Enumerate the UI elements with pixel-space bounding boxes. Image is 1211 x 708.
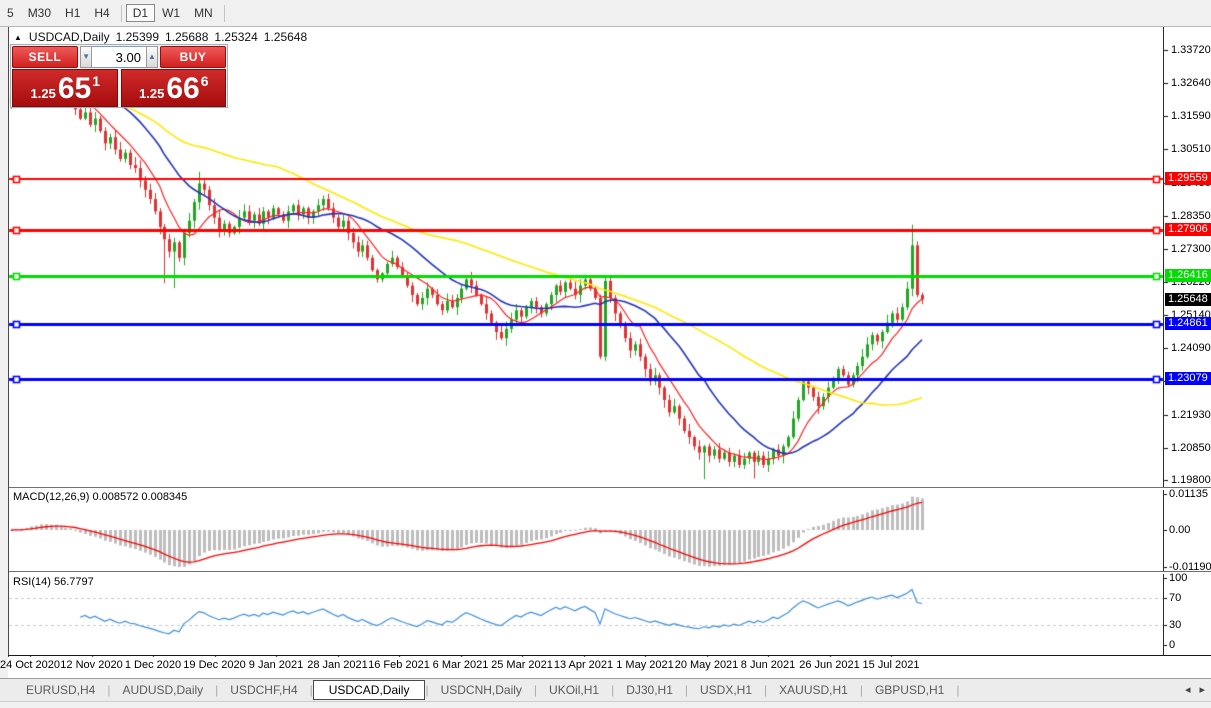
buy-price-pip: 6: [200, 73, 209, 89]
rsi-panel-separator[interactable]: [9, 571, 1211, 574]
chart-window-left-border: [8, 26, 9, 657]
price-level-label: 1.27906: [1165, 223, 1211, 236]
volume-input[interactable]: [92, 46, 146, 68]
timeframe-button-5[interactable]: 5: [0, 4, 21, 22]
date-label: 20 May 2021: [674, 659, 739, 671]
date-label: 1 May 2021: [616, 659, 674, 671]
price-tick-label: 1.24090: [1171, 342, 1211, 354]
chart-tab-usdchf-h4[interactable]: USDCHF,H4: [218, 681, 309, 699]
price-tick-label: 1.21930: [1171, 409, 1211, 421]
rsi-scale-label: 70: [1169, 592, 1182, 604]
macd-indicator-label: MACD(12,26,9) 0.008572 0.008345: [13, 491, 188, 503]
time-axis[interactable]: 24 Oct 2020 12 Nov 2020 1 Dec 2020 19 Dec 2…: [0, 657, 1164, 677]
toolbar-separator: [120, 4, 122, 22]
date-label: 6 Mar 2021: [432, 659, 489, 671]
toolbar-separator: [223, 4, 225, 22]
close-value: 1.25648: [263, 30, 308, 44]
date-label: 28 Jan 2021: [307, 659, 368, 671]
sell-price-display[interactable]: 1.25 65 1: [12, 69, 118, 107]
date-label: 9 Jan 2021: [248, 659, 304, 671]
sell-button[interactable]: SELL: [12, 46, 78, 68]
price-tick-label: 1.19800: [1171, 474, 1211, 486]
symbol-name: USDCAD,Daily: [28, 30, 110, 44]
date-label: 12 Nov 2020: [60, 659, 123, 671]
buy-price-display[interactable]: 1.25 66 6: [120, 69, 226, 107]
rsi-indicator-label: RSI(14) 56.7797: [13, 576, 94, 588]
date-label: 24 Oct 2020: [0, 659, 60, 671]
macd-scale-label: 0.01135: [1169, 488, 1208, 500]
timeframe-button-D1[interactable]: D1: [125, 4, 156, 22]
chart-tab-usdcnh-daily[interactable]: USDCNH,Daily: [429, 681, 534, 699]
price-level-label: 1.26416: [1165, 269, 1211, 282]
price-tick-label: 1.32640: [1171, 77, 1211, 89]
rsi-scale-label: 100: [1169, 572, 1188, 584]
chart-tab-audusd-daily[interactable]: AUDUSD,Daily: [110, 681, 215, 699]
price-tick-label: 1.27300: [1171, 243, 1211, 255]
macd-panel-separator[interactable]: [9, 487, 1211, 490]
volume-increase-button[interactable]: ▲: [145, 46, 158, 68]
price-tick-label: 1.31590: [1171, 110, 1211, 122]
chart-tab-xauusd-h1[interactable]: XAUUSD,H1: [767, 681, 860, 699]
date-label: 8 Jun 2021: [740, 659, 796, 671]
sell-price-prefix: 1.25: [30, 86, 56, 101]
tab-scroll-right-icon[interactable]: ▸: [1199, 684, 1205, 696]
date-label: 19 Dec 2020: [183, 659, 246, 671]
chart-tab-ukoil-h1[interactable]: UKOil,H1: [537, 681, 611, 699]
macd-scale-label: 0.00: [1169, 524, 1191, 536]
date-label: 13 Apr 2021: [553, 659, 614, 671]
date-label: 15 Jul 2021: [862, 659, 920, 671]
high-value: 1.25688: [165, 30, 209, 44]
trading-terminal-window: 5 M30 H1 H4 D1 W1 MN ▲ USDCAD,Daily 1.25399 1.…: [0, 0, 1211, 708]
rsi-scale-label: 0: [1169, 639, 1176, 651]
price-tick-label: 1.28350: [1171, 210, 1211, 222]
open-value: 1.25399: [115, 30, 159, 44]
timeframe-button-H1[interactable]: H1: [58, 4, 87, 22]
timeframe-button-M30[interactable]: M30: [21, 4, 58, 22]
rsi-scale-label: 30: [1169, 619, 1182, 631]
price-tick-label: 1.20850: [1171, 442, 1211, 454]
volume-decrease-button[interactable]: ▼: [80, 46, 93, 68]
collapse-icon[interactable]: ▲: [14, 33, 22, 42]
status-strip: [0, 701, 1211, 708]
sell-price-pip: 1: [92, 73, 100, 89]
date-label: 1 Dec 2020: [124, 659, 182, 671]
buy-price-big: 66: [166, 72, 200, 105]
sell-price-big: 65: [57, 72, 92, 105]
chart-tabs-bar: EURUSD,H4 | AUDUSD,Daily | USDCHF,H4 | USDCAD,…: [0, 678, 1211, 701]
price-level-label: 1.24861: [1165, 317, 1211, 330]
price-tick-label: 1.33720: [1171, 44, 1211, 56]
price-axis[interactable]: 1.337201.326401.315901.305101.294301.283…: [1164, 26, 1211, 656]
price-tick-label: 1.30510: [1171, 143, 1211, 155]
timeframe-button-W1[interactable]: W1: [155, 4, 187, 22]
timeframe-button-H4[interactable]: H4: [87, 4, 116, 22]
chart-ohlc-header: ▲ USDCAD,Daily 1.25399 1.25688 1.25324 1…: [14, 30, 307, 44]
date-label: 25 Mar 2021: [491, 659, 553, 671]
timeframe-button-MN[interactable]: MN: [187, 4, 220, 22]
low-value: 1.25324: [214, 30, 258, 44]
chart-tab-usdcad-daily[interactable]: USDCAD,Daily: [312, 680, 426, 700]
buy-price-prefix: 1.25: [139, 86, 165, 101]
date-label: 26 Jun 2021: [799, 659, 860, 671]
chart-tab-usdx-h1[interactable]: USDX,H1: [688, 681, 764, 699]
time-axis-line: [8, 655, 1211, 656]
price-level-label: 1.29559: [1165, 172, 1211, 185]
chart-tab-eurusd-h4[interactable]: EURUSD,H4: [14, 681, 107, 699]
buy-button[interactable]: BUY: [160, 46, 226, 68]
timeframe-toolbar: 5 M30 H1 H4 D1 W1 MN: [0, 0, 1211, 27]
tab-separator: |: [956, 683, 960, 697]
tab-scroll-left-icon[interactable]: ◂: [1185, 684, 1191, 696]
date-label: 16 Feb 2021: [368, 659, 430, 671]
chart-tab-dj30-h1[interactable]: DJ30,H1: [614, 681, 685, 699]
chart-tab-gbpusd-h1[interactable]: GBPUSD,H1: [863, 681, 956, 699]
left-gutter: [0, 26, 8, 708]
one-click-trading-panel: SELL ▼ ▲ BUY 1.25651 1.25666: [10, 44, 228, 108]
price-level-label: 1.23079: [1165, 372, 1211, 385]
current-price-label: 1.25648: [1165, 293, 1211, 306]
